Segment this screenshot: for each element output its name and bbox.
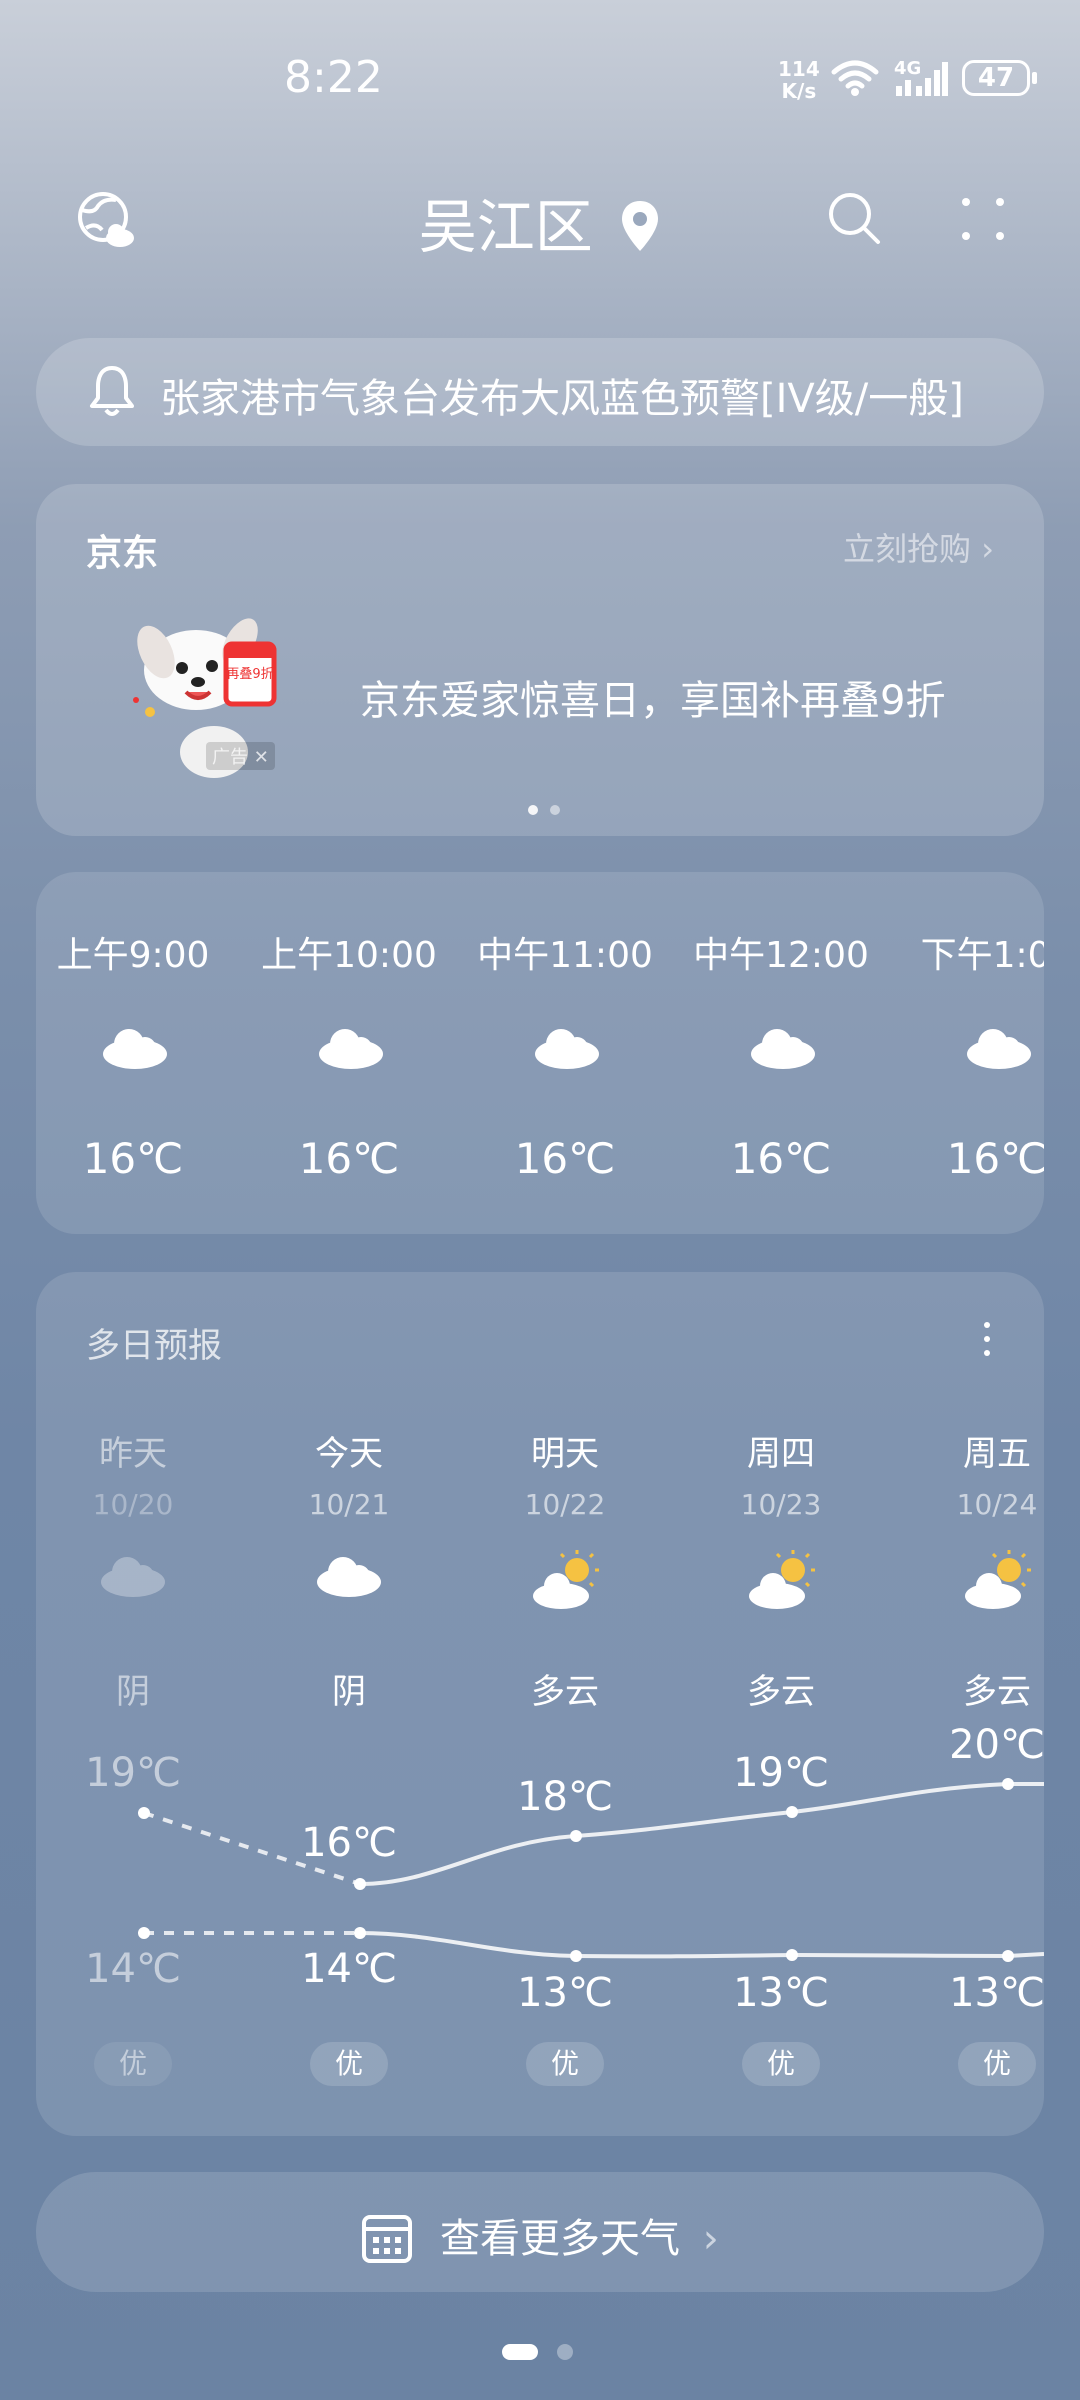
battery-indicator: 47 xyxy=(962,60,1037,96)
hourly-time: 上午9:00 xyxy=(56,935,210,976)
calendar-icon xyxy=(362,2215,413,2263)
hourly-time: 中午12:00 xyxy=(693,935,869,976)
hourly-time: 下午1:00 xyxy=(920,935,1044,976)
ad-badge-label: 广告 xyxy=(212,747,248,768)
more-weather-button[interactable]: 查看更多天气 › xyxy=(36,2172,1044,2292)
high-temp-label: 19℃ xyxy=(733,1750,829,1796)
hourly-temp: 16℃ xyxy=(730,1134,832,1183)
cloud-icon xyxy=(319,1029,383,1069)
cloud-icon xyxy=(535,1029,599,1069)
page-indicator[interactable] xyxy=(502,2344,574,2364)
search-icon[interactable] xyxy=(826,190,882,246)
city-name: 吴江区 xyxy=(418,193,593,261)
daily-forecast[interactable]: 多日预报 昨天 10/20 阴 优 今天 10/21 阴 优 明天 10/22 … xyxy=(36,1272,1044,2136)
hourly-time: 上午10:00 xyxy=(261,935,437,976)
hourly-temp: 16℃ xyxy=(946,1134,1044,1183)
wifi-icon xyxy=(831,60,879,96)
low-temp-label: 14℃ xyxy=(85,1946,181,1992)
chevron-right-icon: › xyxy=(981,530,994,568)
high-temp-label: 18℃ xyxy=(517,1774,613,1820)
ad-cta-link[interactable]: 立刻抢购 › xyxy=(843,524,994,570)
status-time: 8:22 xyxy=(284,52,383,103)
hourly-time: 中午11:00 xyxy=(477,935,653,976)
hourly-temp: 16℃ xyxy=(82,1134,184,1183)
ad-brand: 京东 xyxy=(86,533,159,574)
weather-alert-banner[interactable]: 张家港市气象台发布大风蓝色预警[IV级/一般] xyxy=(36,338,1044,446)
more-weather-label: 查看更多天气 xyxy=(440,2216,680,2262)
jd-ad-card[interactable]: 京东 立刻抢购 › 再叠9折 广告 ✕ 京东爱家惊喜日，享国补再叠9折 xyxy=(36,484,1044,836)
cloud-icon xyxy=(103,1029,167,1069)
hourly-temp: 16℃ xyxy=(298,1134,400,1183)
city-title[interactable]: 吴江区 xyxy=(0,180,1080,264)
network-speed-unit: K/s xyxy=(781,79,817,103)
alert-text: 张家港市气象台发布大风蓝色预警[IV级/一般] xyxy=(160,376,964,422)
low-temp-label: 13℃ xyxy=(949,1970,1044,2016)
low-temp-label: 13℃ xyxy=(733,1970,829,2016)
ad-cta-label: 立刻抢购 xyxy=(843,530,972,568)
cloud-icon xyxy=(967,1029,1031,1069)
low-temp-label: 14℃ xyxy=(301,1946,397,1992)
high-temp-label: 19℃ xyxy=(85,1750,181,1796)
mascot-sign-text: 再叠9折 xyxy=(226,667,273,682)
location-pin-icon xyxy=(622,201,659,251)
network-speed: 114 K/s xyxy=(778,58,820,102)
network-speed-value: 114 xyxy=(778,57,820,81)
ad-text: 京东爱家惊喜日，享国补再叠9折 xyxy=(360,678,946,724)
high-temp-label: 16℃ xyxy=(301,1820,397,1866)
chevron-right-icon: › xyxy=(702,2216,719,2262)
ad-badge[interactable]: 广告 ✕ xyxy=(206,742,275,770)
hourly-temp: 16℃ xyxy=(514,1134,616,1183)
low-temp-label: 13℃ xyxy=(517,1970,613,2016)
alert-bell-icon xyxy=(90,366,134,416)
cellular-signal-icon xyxy=(896,62,948,96)
carousel-dots xyxy=(522,800,566,819)
hourly-forecast[interactable]: 上午9:00 16℃ 上午10:00 16℃ 中午11:00 16℃ 中午12:… xyxy=(36,872,1044,1234)
more-menu-icon[interactable] xyxy=(960,196,1006,242)
high-temp-label: 20℃ xyxy=(949,1722,1044,1768)
cloud-icon xyxy=(751,1029,815,1069)
